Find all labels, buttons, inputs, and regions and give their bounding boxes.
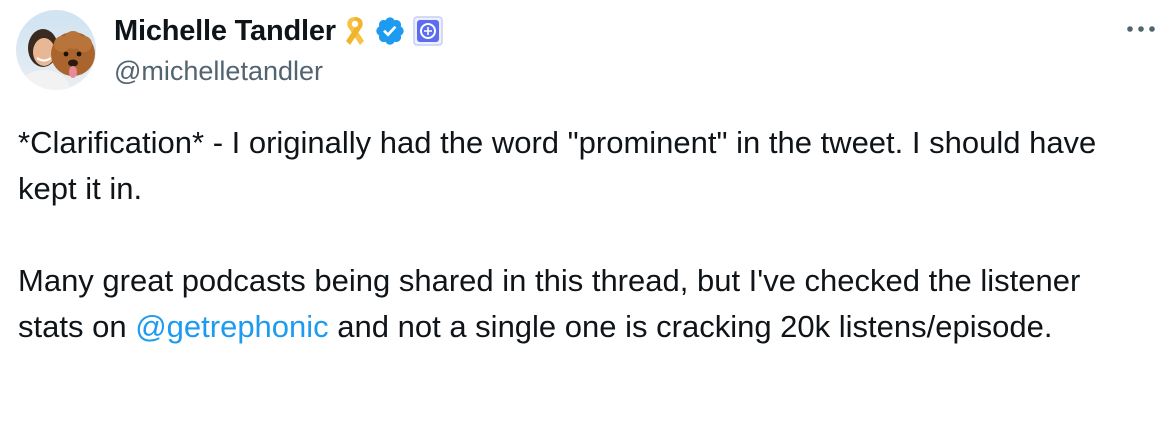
mention-link[interactable]: @getrephonic [135,309,328,344]
tweet-text: *Clarification* - I originally had the w… [18,120,1138,350]
verified-badge-icon[interactable] [374,15,406,47]
more-options-button[interactable] [1124,14,1158,44]
tweet-card: Michelle Tandler @michelletandler *Clari… [0,0,1170,436]
tweet-paragraph-2-tail: and not a single one is cracking 20k lis… [328,309,1053,344]
author-name-row: Michelle Tandler [114,13,444,49]
ellipsis-icon [1127,26,1155,32]
yellow-ribbon-icon [342,15,368,47]
author-display-name[interactable]: Michelle Tandler [114,15,336,48]
tweet-paragraph-2: Many great podcasts being shared in this… [18,258,1138,350]
affiliate-badge-icon[interactable] [412,15,444,47]
tweet-paragraph-1: *Clarification* - I originally had the w… [18,125,1097,206]
author-handle[interactable]: @michelletandler [114,56,323,87]
avatar[interactable] [16,10,96,90]
